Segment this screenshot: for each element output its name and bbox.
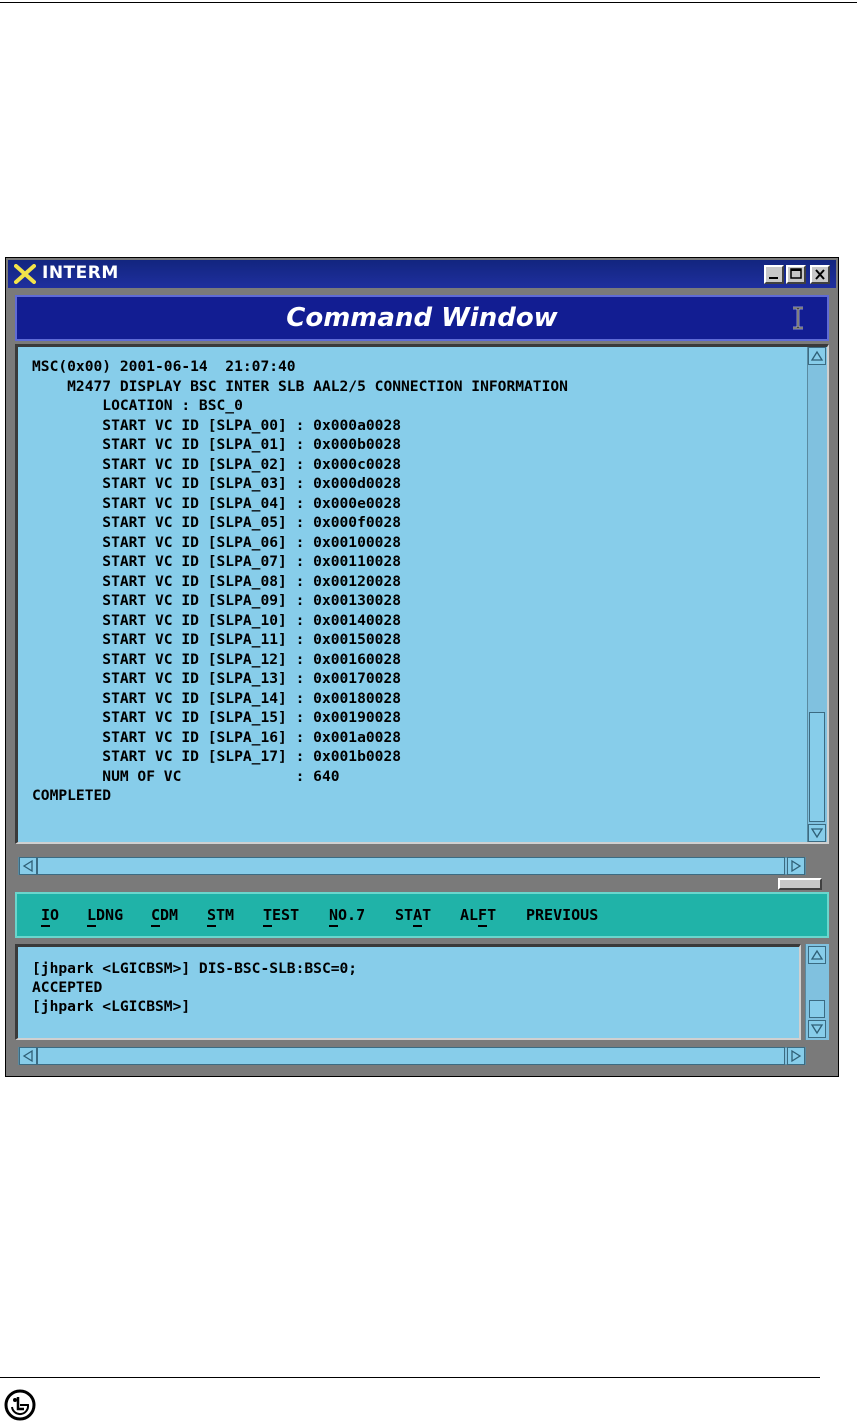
command-history-line: ACCEPTED [32,979,103,996]
input-scroll-thumb[interactable] [809,1000,825,1018]
menu-bar: IO LDNG CDM STM TEST NO.7 STAT ALFT PREV… [15,892,829,938]
output-line: START VC ID [SLPA_05] : 0x000f0028 [32,514,402,531]
output-line: START VC ID [SLPA_00] : 0x000a0028 [32,416,402,434]
output-line: START VC ID [SLPA_08] : 0x00120028 [32,572,402,590]
menu-item-alft[interactable]: ALFT [460,906,496,927]
command-history-line: [jhpark <LGICBSM>] [32,998,191,1015]
scroll-right-button[interactable] [787,857,805,875]
close-button[interactable] [810,265,830,284]
output-text: MSC(0x00) 2001-06-14 21:07:40 M2477 DISP… [32,357,568,806]
command-window-title: Command Window [286,303,558,333]
scroll-up-button[interactable] [808,347,826,365]
output-line: START VC ID [SLPA_01] : 0x000b0028 [32,436,402,453]
output-line: START VC ID [SLPA_14] : 0x00180028 [32,689,402,707]
output-line: START VC ID [SLPA_03] : 0x000d0028 [32,475,402,492]
command-history-text: [jhpark <LGICBSM>] DIS-BSC-SLB:BSC=0; AC… [32,959,357,1016]
menu-item-ldng[interactable]: LDNG [87,906,123,927]
input-scroll-left-button[interactable] [19,1047,37,1065]
scroll-left-button[interactable] [19,857,37,875]
command-input-pane[interactable]: [jhpark <LGICBSM>] DIS-BSC-SLB:BSC=0; AC… [15,944,801,1040]
text-cursor-icon [791,306,805,334]
minimize-button[interactable] [764,265,784,284]
menu-item-cdm[interactable]: CDM [151,906,178,927]
output-line: START VC ID [SLPA_15] : 0x00190028 [32,709,402,726]
output-vertical-scrollbar[interactable] [807,347,827,842]
lg-logo-icon [4,1389,36,1421]
page-bottom-rule [0,1377,820,1378]
menu-item-stm[interactable]: STM [207,906,234,927]
command-history-line: [jhpark <LGICBSM>] DIS-BSC-SLB:BSC=0; [32,960,358,977]
output-line: START VC ID [SLPA_17] : 0x001b0028 [32,748,402,765]
maximize-button[interactable] [786,265,806,284]
menu-item-io[interactable]: IO [41,906,59,927]
app-x-icon [14,264,36,284]
interm-window: INTERM Command Window MSC(0x00) 2001-06-… [5,257,839,1077]
input-scroll-right-button[interactable] [787,1047,805,1065]
output-line: START VC ID [SLPA_06] : 0x00100028 [32,533,402,551]
horizontal-scroll-thumb[interactable] [37,857,785,875]
output-line: MSC(0x00) 2001-06-14 21:07:40 [32,358,296,375]
output-line: START VC ID [SLPA_04] : 0x000e0028 [32,494,402,512]
output-line: START VC ID [SLPA_13] : 0x00170028 [32,670,402,687]
output-line: START VC ID [SLPA_07] : 0x00110028 [32,553,402,570]
command-window-header: Command Window [15,295,829,341]
output-line: START VC ID [SLPA_16] : 0x001a0028 [32,728,402,746]
output-line: NUM OF VC : 640 [32,767,340,785]
input-vertical-scrollbar[interactable] [805,944,829,1040]
output-line: LOCATION : BSC_0 [32,397,243,414]
menu-item-test[interactable]: TEST [263,906,299,927]
output-line: START VC ID [SLPA_10] : 0x00140028 [32,611,402,629]
menu-item-no7[interactable]: NO.7 [329,906,365,927]
menu-item-stat[interactable]: STAT [395,906,431,927]
output-line: START VC ID [SLPA_02] : 0x000c0028 [32,455,402,473]
page-top-rule [0,2,857,3]
output-line: START VC ID [SLPA_09] : 0x00130028 [32,592,402,609]
scroll-down-button[interactable] [808,824,826,842]
input-scroll-up-button[interactable] [808,946,826,964]
input-horizontal-scroll-thumb[interactable] [37,1047,785,1065]
input-scroll-down-button[interactable] [808,1020,826,1038]
menu-item-previous[interactable]: PREVIOUS [526,906,598,924]
pane-splitter-handle[interactable] [778,878,822,890]
output-line: START VC ID [SLPA_11] : 0x00150028 [32,631,402,648]
title-bar[interactable]: INTERM [8,260,836,288]
output-pane[interactable]: MSC(0x00) 2001-06-14 21:07:40 M2477 DISP… [15,344,829,844]
output-horizontal-scrollbar[interactable] [18,857,806,875]
input-horizontal-scrollbar[interactable] [18,1047,806,1065]
scroll-thumb[interactable] [809,712,825,822]
output-line: START VC ID [SLPA_12] : 0x00160028 [32,650,402,668]
output-line: COMPLETED [32,787,112,804]
window-title: INTERM [42,263,119,283]
output-line: M2477 DISPLAY BSC INTER SLB AAL2/5 CONNE… [32,377,568,395]
